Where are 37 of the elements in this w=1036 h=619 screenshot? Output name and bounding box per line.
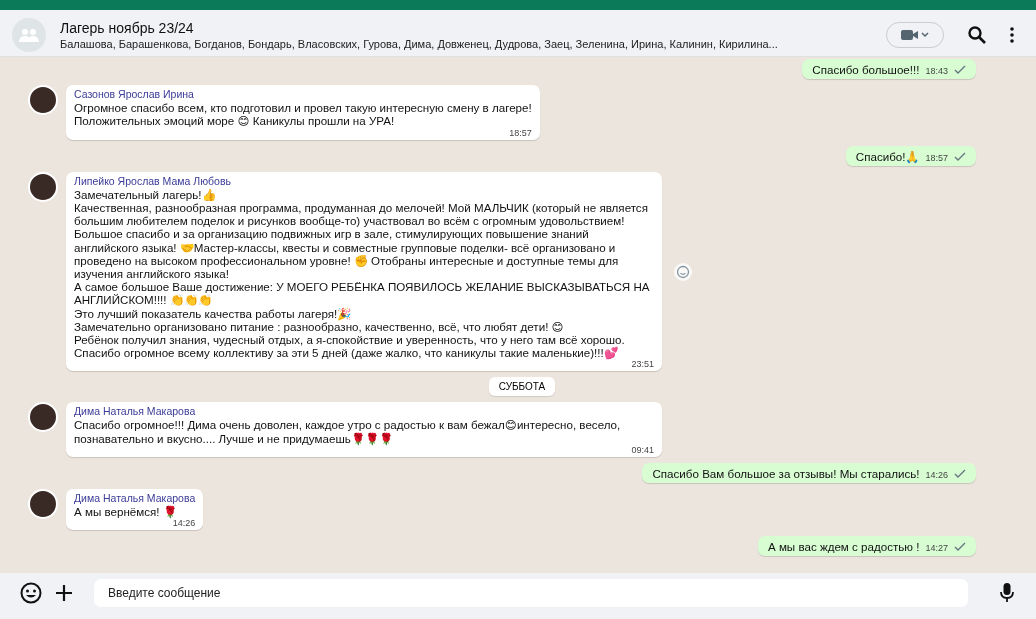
message-text: А мы вас ждем с радостью !: [767, 540, 920, 554]
avatar-icon[interactable]: [28, 85, 58, 116]
date-divider: СУББОТА: [488, 377, 556, 397]
chat-title[interactable]: Лагерь ноябрь 23/24: [60, 20, 872, 36]
avatar-icon[interactable]: [28, 489, 58, 520]
message-text: Спасибо большое!!!: [812, 63, 920, 77]
message-time: 09:41: [631, 444, 654, 455]
message-text: А мы вернёмся! 🌹: [74, 505, 177, 519]
search-icon[interactable]: [968, 26, 986, 44]
emoji-icon[interactable]: [20, 582, 42, 604]
message-input[interactable]: Введите сообщение: [94, 579, 968, 607]
video-call-button[interactable]: [886, 22, 944, 48]
message-time: 14:26: [925, 470, 948, 481]
sender-name[interactable]: Дима Наталья Макарова: [74, 492, 196, 505]
avatar-icon[interactable]: [28, 402, 58, 433]
member-list: Балашова, Барашенкова, Богданов, Бондарь, Власовских, Гурова, Дима, Довженец, Дудрова, Заец, Зеленина, Ирина, Калинин, Кирилина...: [60, 38, 872, 50]
plus-icon[interactable]: [56, 585, 72, 601]
message-time: 14:26: [172, 518, 196, 529]
message-text: Огромное спасибо всем, кто подготовил и провел такую интересную смену в лагере! Положительных эмоций море 😊 Каникулы прошли на УРА!: [74, 101, 532, 128]
message-time: 23:51: [631, 359, 654, 370]
emoji-react-icon[interactable]: [674, 262, 692, 281]
message-text: Замечательный лагерь!👍 Качественная, разнообразная программа, продуманная до мелочей! Мой МАЛЬЧИК (который не является большим любителем поделок и рисунков вообще-то) участвовал во всём с огромным удовольствием! Большое спасибо и за организацию подвижных игр в зале, стимулирующих повышение знаний английского языка! 🤝Мастер-классы, квесты и совместные групповые поделки- всё организовано и проведено на высоком профессиональном уровне! ✊ Отобраны интересные и доступные темы для изучения английского языка! А самое большое Ваше достижение: У МОЕГО РЕБЁНКА ПОЯВИЛОСЬ ЖЕЛАНИЕ ВЫСКАЗЫВАТЬСЯ НА АНГЛИЙСКОМ!!!! 👏👏👏 Это лучший показатель качества работы лагеря!🎉 Замечательно организовано питание : разнообразно, качественно, всё, что любят дети! 😊 Ребёнок получил знания, чудесный отдых, а я-спокойствие и уверенность, что у него там всё хорошо. Спасибо огромное всему коллективу за эти 5 дней (даже жалко, что каникулы такие маленькие)!!!💕: [74, 187, 651, 360]
menu-icon[interactable]: [1010, 27, 1014, 43]
avatar-icon[interactable]: [28, 171, 58, 202]
sender-name[interactable]: Сазонов Ярослав Ирина: [74, 88, 532, 101]
message-time: 18:57: [509, 127, 532, 138]
sender-name[interactable]: Липейко Ярослав Мама Любовь: [74, 174, 654, 187]
sender-name[interactable]: Дима Наталья Макарова: [74, 405, 654, 418]
message-time: 18:57: [925, 152, 948, 163]
microphone-icon[interactable]: [1000, 583, 1014, 603]
video-camera-icon: [901, 29, 929, 41]
message-time: 14:27: [925, 543, 948, 554]
message-text: Спасибо!🙏: [855, 149, 920, 163]
message-text: Спасибо огромное!!! Дима очень доволен, каждое утро с радостью к вам бежал😊интересно, весело, познавательно и вкусно.... Лучше и не придумаешь🌹🌹🌹: [74, 418, 622, 445]
group-avatar-icon: [12, 18, 46, 52]
message-time: 18:43: [925, 66, 948, 77]
message-text: Спасибо Вам большое за отзывы! Мы старались!: [652, 466, 920, 481]
